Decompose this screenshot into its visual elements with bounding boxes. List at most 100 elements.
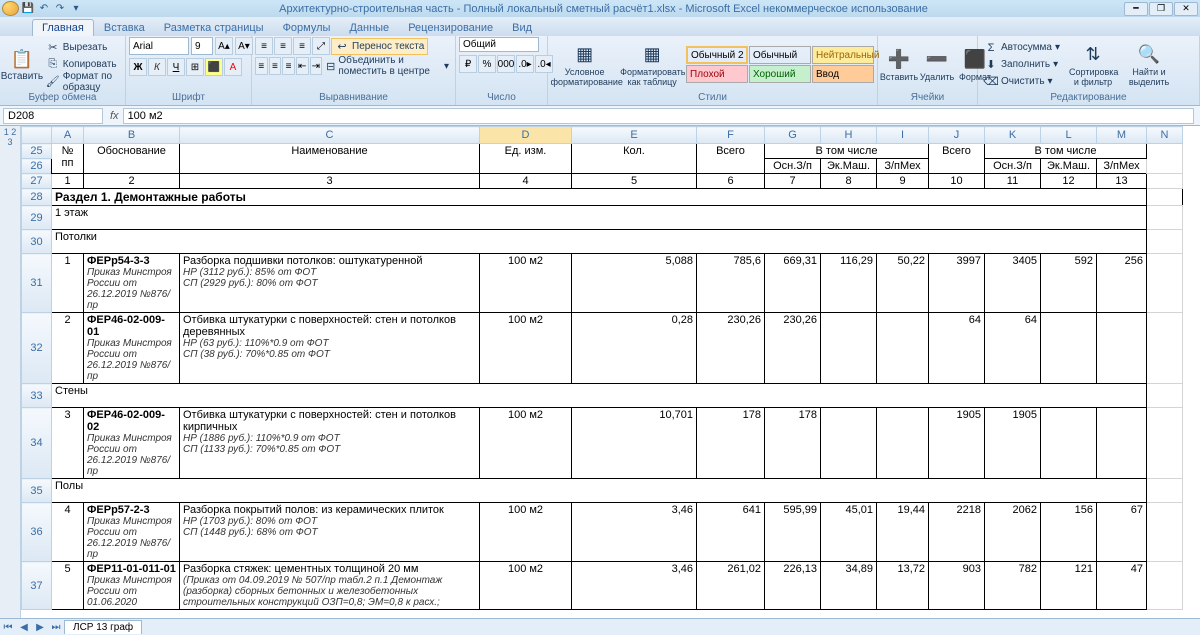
insert-icon: ➕: [887, 48, 911, 72]
brush-icon: 🖌: [46, 75, 60, 89]
style-input[interactable]: Ввод: [812, 65, 874, 83]
col-header[interactable]: A: [52, 127, 84, 144]
style-normal2[interactable]: Обычный 2: [686, 46, 748, 64]
qat-dropdown-icon[interactable]: ▾: [69, 2, 83, 16]
wrap-icon: ↩: [335, 39, 349, 53]
redo-icon[interactable]: ↷: [53, 2, 67, 16]
fill-button[interactable]: ⬇Заполнить▾: [981, 56, 1063, 73]
style-neutral[interactable]: Нейтральный: [812, 46, 874, 64]
wrap-text-button[interactable]: ↩Перенос текста: [331, 38, 428, 55]
group-label-clipboard: Буфер обмена: [3, 92, 122, 104]
formula-input[interactable]: [123, 108, 1194, 124]
cond-format-button[interactable]: ▦Условное форматирование: [551, 41, 618, 89]
sheet-tab[interactable]: ЛСР 13 граф: [64, 620, 142, 634]
bold-button[interactable]: Ж: [129, 58, 147, 76]
ribbon-tab[interactable]: Формулы: [274, 20, 340, 36]
ribbon-tab[interactable]: Вид: [503, 20, 541, 36]
tab-nav-prev[interactable]: ◀: [16, 622, 32, 633]
fill-icon: ⬇: [984, 58, 998, 72]
ribbon-tab[interactable]: Разметка страницы: [155, 20, 273, 36]
col-header[interactable]: C: [180, 127, 480, 144]
minimize-button[interactable]: ━: [1124, 2, 1148, 16]
align-top-icon[interactable]: ≡: [255, 37, 273, 55]
align-center-icon[interactable]: ≡: [269, 57, 282, 75]
col-header[interactable]: L: [1041, 127, 1097, 144]
align-middle-icon[interactable]: ≡: [274, 37, 292, 55]
fill-color-button[interactable]: ⬛: [205, 58, 223, 76]
tab-nav-next[interactable]: ▶: [32, 622, 48, 633]
find-icon: 🔍: [1137, 43, 1161, 67]
group-label-edit: Редактирование: [981, 92, 1196, 104]
align-right-icon[interactable]: ≡: [282, 57, 295, 75]
indent-inc-icon[interactable]: ⇥: [310, 57, 323, 75]
ribbon-tab[interactable]: Рецензирование: [399, 20, 502, 36]
cut-button[interactable]: ✂Вырезать: [43, 39, 122, 56]
align-bottom-icon[interactable]: ≡: [293, 37, 311, 55]
percent-icon[interactable]: %: [478, 55, 496, 73]
col-header[interactable]: D: [480, 127, 572, 144]
number-format-select[interactable]: [459, 37, 539, 52]
currency-icon[interactable]: ₽: [459, 55, 477, 73]
outline-controls[interactable]: 1 2 3: [0, 126, 21, 618]
close-button[interactable]: ✕: [1174, 2, 1198, 16]
col-header[interactable]: M: [1097, 127, 1147, 144]
formula-bar: fx: [0, 106, 1200, 126]
style-bad[interactable]: Плохой: [686, 65, 748, 83]
name-box[interactable]: [3, 108, 103, 124]
border-button[interactable]: ⊞: [186, 58, 204, 76]
style-normal[interactable]: Обычный: [749, 46, 811, 64]
col-header[interactable]: K: [985, 127, 1041, 144]
tab-nav-first[interactable]: ⏮: [0, 622, 16, 633]
merge-button[interactable]: ⊟Объединить и поместить в центре▾: [323, 58, 452, 75]
dec-inc-icon[interactable]: .0▸: [516, 55, 534, 73]
undo-icon[interactable]: ↶: [37, 2, 51, 16]
clear-button[interactable]: ⌫Очистить▾: [981, 73, 1063, 90]
format-table-button[interactable]: ▦Форматировать как таблицу: [620, 41, 684, 89]
ribbon-tab[interactable]: Данные: [340, 20, 398, 36]
font-color-button[interactable]: A: [224, 58, 242, 76]
underline-button[interactable]: Ч: [167, 58, 185, 76]
ribbon-tab[interactable]: Главная: [32, 19, 94, 36]
autosum-button[interactable]: ΣАвтосумма▾: [981, 39, 1063, 56]
col-header[interactable]: F: [697, 127, 765, 144]
spreadsheet-grid[interactable]: ABCDEFGHIJKLMN25 № пп Обоснование Наимен…: [21, 126, 1183, 610]
save-icon[interactable]: 💾: [21, 2, 35, 16]
cond-format-icon: ▦: [573, 43, 597, 67]
decrease-font-icon[interactable]: A▾: [235, 37, 253, 55]
find-select-button[interactable]: 🔍Найти и выделить: [1123, 41, 1175, 89]
paste-button[interactable]: 📋 Вставить: [3, 45, 41, 84]
col-header[interactable]: E: [572, 127, 697, 144]
orientation-icon[interactable]: ⤢: [312, 37, 330, 55]
insert-cells-button[interactable]: ➕Вставить: [881, 46, 917, 84]
tab-nav-last[interactable]: ⏭: [48, 622, 64, 633]
col-header[interactable]: J: [929, 127, 985, 144]
copy-icon: ⎘: [46, 58, 60, 72]
col-header[interactable]: H: [821, 127, 877, 144]
col-header[interactable]: N: [1147, 127, 1183, 144]
select-all[interactable]: [22, 127, 52, 144]
sort-icon: ⇅: [1081, 43, 1105, 67]
window-title: Архитектурно-строительная часть - Полный…: [83, 3, 1124, 15]
italic-button[interactable]: К: [148, 58, 166, 76]
col-header[interactable]: I: [877, 127, 929, 144]
col-header[interactable]: B: [84, 127, 180, 144]
col-header[interactable]: G: [765, 127, 821, 144]
format-painter-button[interactable]: 🖌Формат по образцу: [43, 73, 122, 90]
fx-icon[interactable]: fx: [106, 110, 123, 122]
office-button[interactable]: [2, 1, 19, 16]
style-good[interactable]: Хороший: [749, 65, 811, 83]
merge-icon: ⊟: [326, 59, 335, 73]
indent-dec-icon[interactable]: ⇤: [296, 57, 309, 75]
font-name-input[interactable]: [129, 37, 189, 55]
comma-icon[interactable]: 000: [497, 55, 515, 73]
delete-cells-button[interactable]: ➖Удалить: [919, 46, 955, 84]
paste-icon: 📋: [10, 47, 34, 71]
ribbon-tab[interactable]: Вставка: [95, 20, 154, 36]
align-left-icon[interactable]: ≡: [255, 57, 268, 75]
ribbon-tabs: ГлавнаяВставкаРазметка страницыФормулыДа…: [0, 17, 1200, 36]
font-size-input[interactable]: [191, 37, 213, 55]
sort-filter-button[interactable]: ⇅Сортировка и фильтр: [1065, 41, 1121, 89]
group-label-number: Число: [459, 92, 544, 104]
maximize-button[interactable]: ❐: [1149, 2, 1173, 16]
increase-font-icon[interactable]: A▴: [215, 37, 233, 55]
